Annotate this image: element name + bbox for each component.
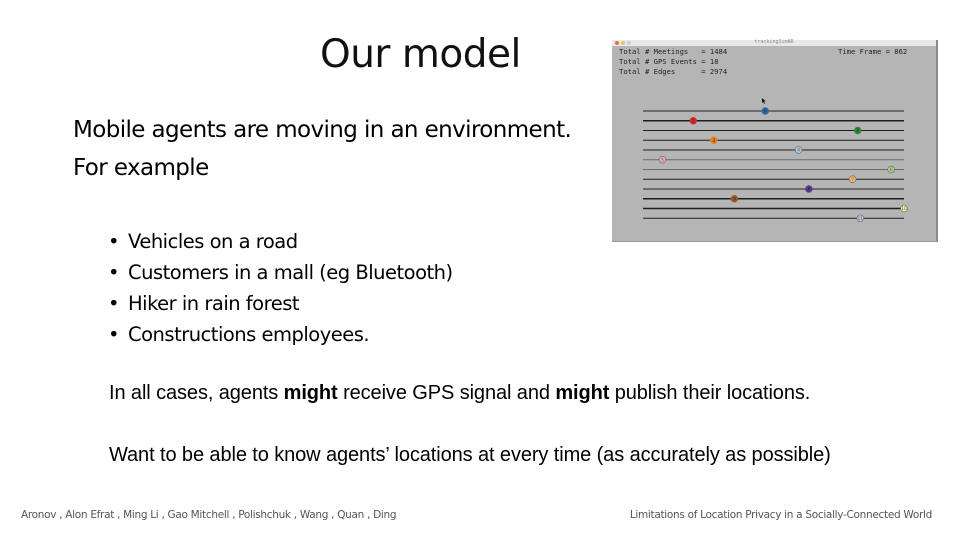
bullet-icon: •: [108, 261, 120, 284]
gps-paragraph: In all cases, agents might receive GPS s…: [109, 382, 810, 405]
footer-title: Limitations of Location Privacy in a Soc…: [629, 509, 932, 521]
agent-marker: 8: [805, 185, 813, 193]
bullet-icon: •: [108, 323, 120, 346]
footer-authors: Aronov , Alon Efrat , Ming Li , Gao Mitc…: [21, 509, 397, 521]
intro-line-1: Mobile agents are moving in an environme…: [73, 117, 572, 143]
bullet-icon: •: [108, 230, 120, 253]
agent-label: 10: [901, 206, 907, 212]
intro-text: Mobile agents are moving in an environme…: [73, 111, 572, 187]
list-item: • Hiker in rain forest: [108, 288, 453, 319]
agent-label: 2: [856, 128, 859, 134]
agent-marker: 7: [848, 175, 857, 183]
mouse-cursor-icon: [762, 98, 766, 104]
agent-label: 6: [890, 167, 893, 173]
list-item: • Customers in a mall (eg Bluetooth): [108, 257, 453, 288]
agent-marker: 3: [710, 136, 718, 144]
list-item: • Vehicles on a road: [108, 226, 453, 257]
emphasis: might: [555, 382, 610, 404]
list-item-text: Constructions employees.: [128, 323, 370, 346]
example-list: • Vehicles on a road • Customers in a mall…: [108, 226, 453, 350]
agent-label: 7: [851, 177, 854, 183]
agent-marker: 0: [761, 107, 769, 115]
list-item: • Constructions employees.: [108, 319, 453, 350]
agent-marker: 6: [887, 165, 895, 174]
goal-paragraph: Want to be able to know agents’ location…: [109, 444, 831, 466]
agent-marker: 2: [854, 126, 862, 135]
list-item-text: Hiker in rain forest: [128, 292, 300, 315]
agent-label: 4: [797, 148, 800, 154]
agent-label: 5: [661, 157, 664, 163]
agent-label: 0: [764, 109, 767, 115]
agent-marker: 9: [730, 195, 739, 203]
agent-marker: 10: [900, 204, 908, 213]
agent-label: 11: [857, 216, 863, 222]
text: publish their locations.: [609, 382, 811, 404]
agent-label: 3: [712, 138, 715, 144]
list-item-text: Vehicles on a road: [128, 230, 298, 253]
agent-label: 9: [733, 196, 736, 202]
agent-label: 8: [807, 187, 810, 193]
agent-marker: 5: [658, 156, 667, 164]
text: In all cases, agents: [109, 382, 284, 404]
agent-marker: 1: [689, 117, 697, 125]
simulation-screenshot: trackingSimAR Total # Meetings = 1484 Tot…: [612, 39, 938, 242]
emphasis: might: [283, 382, 338, 404]
text: receive GPS signal and: [337, 382, 556, 404]
agent-marker: 11: [856, 214, 865, 222]
agent-label: 1: [692, 118, 695, 124]
list-item-text: Customers in a mall (eg Bluetooth): [128, 261, 453, 284]
agent-marker: 4: [794, 146, 803, 154]
intro-line-2: For example: [73, 155, 209, 181]
slide-title: Our model: [320, 32, 521, 77]
agent-tracks: 0 1 2 3 4 5 6 7 8 9 10 11: [643, 98, 908, 222]
bullet-icon: •: [108, 292, 120, 315]
